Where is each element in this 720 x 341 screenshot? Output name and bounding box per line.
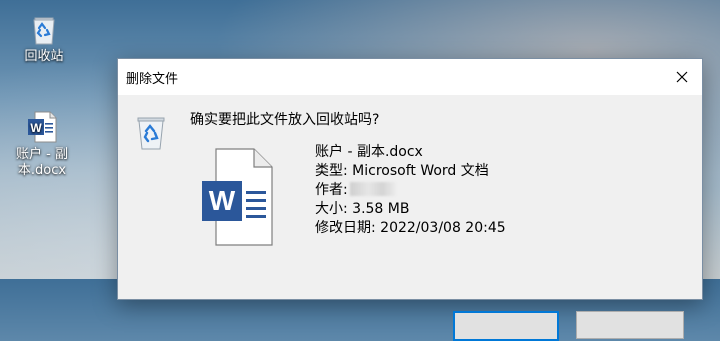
svg-text:W: W [209,185,236,216]
dialog-title: 删除文件 [126,72,179,87]
file-author-row: 作者: [315,181,506,200]
file-name: 账户 - 副本.docx [315,144,423,160]
close-icon [676,71,688,83]
word-doc-icon: W [28,111,57,143]
file-properties: 账户 - 副本.docx 类型: Microsoft Word 文档 作者: 大… [315,143,506,238]
redacted-author [349,182,396,196]
file-author-label: 作者: [315,182,348,198]
desktop-icon-label: 回收站 [24,49,64,64]
desktop-icon-recycle-bin[interactable]: 回收站 [6,12,82,65]
desktop-icon-word-doc[interactable]: W 账户 - 副本.docx [4,110,80,179]
recycle-bin-icon [137,117,165,150]
file-type: 类型: Microsoft Word 文档 [315,163,489,179]
desktop-icon-label: 账户 - 副本.docx [16,147,68,178]
confirm-question: 确实要把此文件放入回收站吗? [190,112,380,128]
no-button[interactable] [576,311,684,339]
dialog-content: 确实要把此文件放入回收站吗? W 账户 - 副本.docx 类型: Micros… [118,95,702,341]
close-button[interactable] [662,59,702,95]
dialog-titlebar[interactable]: 删除文件 [118,59,702,95]
word-doc-icon: W [202,148,273,246]
recycle-bin-icon [33,17,55,45]
file-size: 大小: 3.58 MB [315,201,410,217]
svg-text:W: W [30,121,42,135]
delete-file-dialog: 删除文件 确实要把此文件放入回收站吗? W 账户 - 副本.docx 类型: M [117,58,703,341]
yes-button[interactable] [453,311,559,341]
file-modified: 修改日期: 2022/03/08 20:45 [315,220,506,236]
